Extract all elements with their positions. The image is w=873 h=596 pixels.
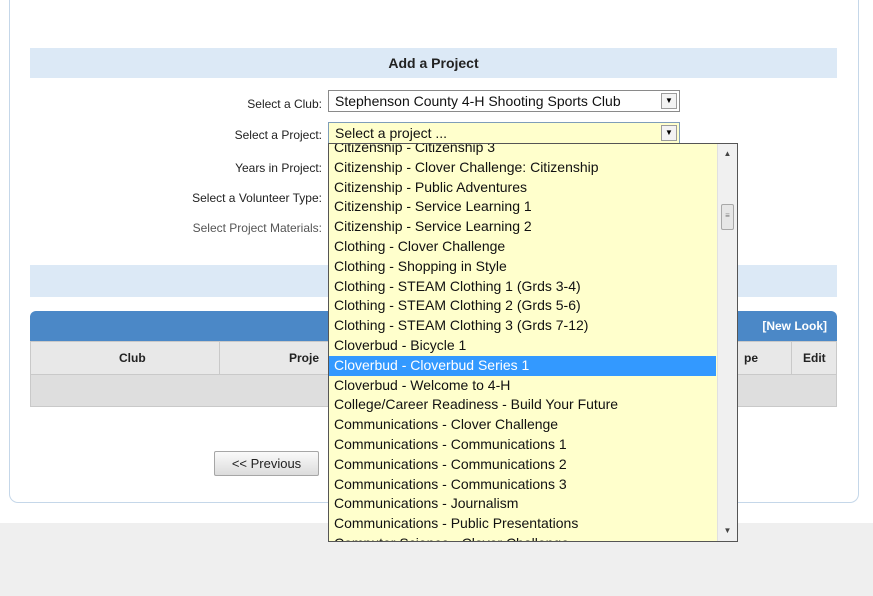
dropdown-option[interactable]: Cloverbud - Cloverbud Series 1 bbox=[329, 355, 716, 376]
column-divider bbox=[219, 342, 220, 374]
dropdown-option[interactable]: Communications - Public Presentations bbox=[329, 514, 716, 534]
dropdown-option[interactable]: Clothing - STEAM Clothing 3 (Grds 7-12) bbox=[329, 316, 716, 336]
project-select[interactable]: Select a project ... ▼ bbox=[328, 122, 680, 144]
club-label: Select a Club: bbox=[247, 97, 322, 111]
dropdown-option[interactable]: Citizenship - Citizenship 3 bbox=[329, 144, 716, 158]
project-select-value: Select a project ... bbox=[335, 125, 448, 141]
years-label: Years in Project: bbox=[235, 161, 322, 175]
dropdown-option[interactable]: Citizenship - Service Learning 2 bbox=[329, 217, 716, 237]
club-select-value: Stephenson County 4-H Shooting Sports Cl… bbox=[335, 93, 621, 109]
dropdown-option[interactable]: Clothing - STEAM Clothing 1 (Grds 3-4) bbox=[329, 277, 716, 297]
dropdown-option[interactable]: Clothing - Clover Challenge bbox=[329, 237, 716, 257]
dropdown-option[interactable]: Citizenship - Clover Challenge: Citizens… bbox=[329, 158, 716, 178]
column-header-type[interactable]: pe bbox=[744, 342, 758, 374]
scroll-down-icon[interactable]: ▼ bbox=[718, 523, 737, 539]
volunteer-type-label: Select a Volunteer Type: bbox=[192, 191, 322, 205]
dropdown-options: Citizenship - Citizenship 3 Citizenship -… bbox=[329, 144, 716, 541]
dropdown-option[interactable]: Clothing - STEAM Clothing 2 (Grds 5-6) bbox=[329, 296, 716, 316]
project-dropdown-list[interactable]: Citizenship - Citizenship 3 Citizenship -… bbox=[328, 143, 738, 542]
dropdown-option[interactable]: Cloverbud - Welcome to 4-H bbox=[329, 376, 716, 396]
club-select[interactable]: Stephenson County 4-H Shooting Sports Cl… bbox=[328, 90, 680, 112]
dropdown-option[interactable]: Communications - Clover Challenge bbox=[329, 415, 716, 435]
dropdown-option[interactable]: College/Career Readiness - Build Your Fu… bbox=[329, 395, 716, 415]
project-materials-label: Select Project Materials: bbox=[192, 221, 322, 235]
dropdown-option[interactable]: Cloverbud - Bicycle 1 bbox=[329, 336, 716, 356]
column-header-edit[interactable]: Edit bbox=[803, 342, 826, 374]
dropdown-option[interactable]: Citizenship - Service Learning 1 bbox=[329, 197, 716, 217]
project-label: Select a Project: bbox=[234, 128, 322, 142]
dropdown-option[interactable]: Computer Science - Clover Challenge bbox=[329, 534, 716, 541]
dropdown-option[interactable]: Communications - Communications 3 bbox=[329, 475, 716, 495]
chevron-down-icon[interactable]: ▼ bbox=[661, 125, 677, 141]
dropdown-scrollbar[interactable]: ▲ ≡ ▼ bbox=[717, 144, 737, 541]
dropdown-option[interactable]: Communications - Journalism bbox=[329, 494, 716, 514]
scroll-up-icon[interactable]: ▲ bbox=[718, 146, 737, 162]
column-header-project[interactable]: Proje bbox=[289, 342, 319, 374]
scroll-thumb[interactable]: ≡ bbox=[721, 204, 734, 230]
chevron-down-icon[interactable]: ▼ bbox=[661, 93, 677, 109]
dropdown-option[interactable]: Citizenship - Public Adventures bbox=[329, 178, 716, 198]
dropdown-option[interactable]: Clothing - Shopping in Style bbox=[329, 257, 716, 277]
column-divider bbox=[791, 342, 792, 374]
dropdown-option[interactable]: Communications - Communications 2 bbox=[329, 455, 716, 475]
dropdown-option[interactable]: Communications - Communications 1 bbox=[329, 435, 716, 455]
section-title: Add a Project bbox=[30, 48, 837, 78]
new-look-link[interactable]: [New Look] bbox=[762, 311, 827, 341]
previous-button[interactable]: << Previous bbox=[214, 451, 319, 476]
column-header-club[interactable]: Club bbox=[119, 342, 146, 374]
